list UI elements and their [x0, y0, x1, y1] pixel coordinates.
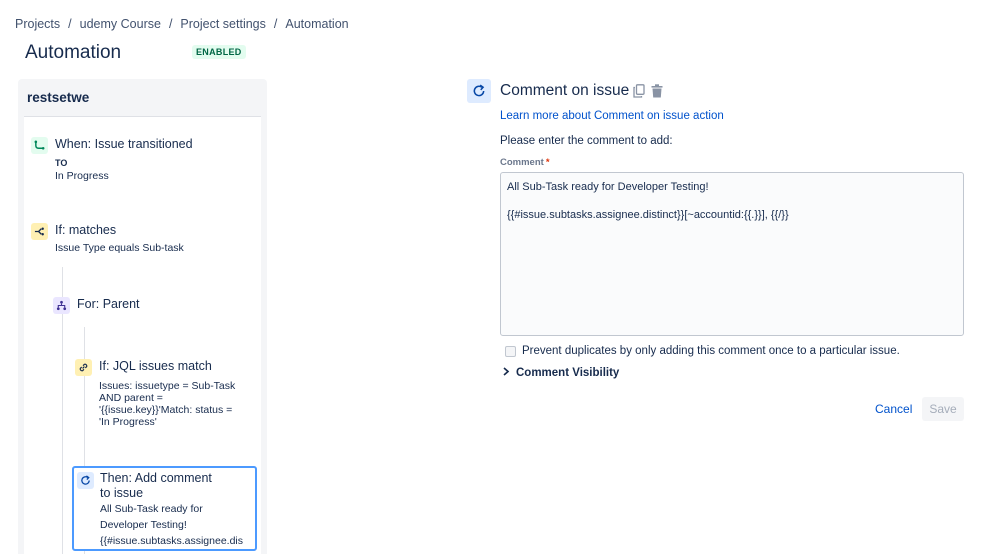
page-title: Automation [25, 42, 122, 63]
comment-action-icon [467, 79, 491, 103]
trash-icon[interactable] [651, 84, 665, 99]
breadcrumb-projects[interactable]: Projects [15, 17, 60, 31]
instruction-text: Please enter the comment to add: [500, 135, 673, 147]
component-detail: In Progress [55, 170, 109, 182]
required-mark: * [545, 157, 550, 168]
comment-input[interactable]: All Sub-Task ready for Developer Testing… [500, 172, 964, 336]
breadcrumb-project[interactable]: udemy Course [80, 17, 161, 31]
component-title: When: Issue transitioned [55, 137, 193, 151]
component-detail: Issues: issuetype = Sub-Task [99, 380, 236, 392]
comment-action-icon [77, 472, 94, 489]
breadcrumb-project-settings[interactable]: Project settings [180, 17, 265, 31]
condition-icon [31, 223, 48, 240]
breadcrumb-separator: / [68, 17, 72, 31]
component-title: to issue [100, 486, 144, 500]
prevent-duplicates-checkbox[interactable] [505, 346, 516, 357]
learn-more-link[interactable]: Learn more about Comment on issue action [500, 110, 724, 122]
branch-icon [53, 297, 70, 314]
component-detail: 'In Progress' [99, 416, 157, 428]
breadcrumb-automation[interactable]: Automation [285, 17, 348, 31]
chevron-right-icon [502, 367, 510, 379]
component-title: If: matches [55, 223, 117, 237]
rule-components: When: Issue transitioned TO In Progress … [24, 116, 261, 554]
save-button[interactable]: Save [922, 397, 964, 421]
prevent-duplicates-label: Prevent duplicates by only adding this c… [522, 345, 900, 357]
transition-icon [31, 137, 48, 154]
component-detail: Developer Testing! [100, 519, 187, 531]
status-badge: ENABLED [192, 45, 246, 59]
component-title: For: Parent [77, 297, 140, 311]
comment-visibility-toggle[interactable]: Comment Visibility [502, 367, 619, 379]
component-detail: '{{issue.key}}'Match: status = [99, 404, 233, 416]
jql-condition-component[interactable]: If: JQL issues match Issues: issuetype =… [70, 355, 261, 435]
component-detail: AND parent = [99, 392, 163, 404]
breadcrumb-separator: / [273, 17, 278, 31]
comment-label-text: Comment [500, 157, 544, 168]
breadcrumb: Projects / udemy Course / Project settin… [15, 17, 349, 31]
rule-name[interactable]: restsetwe [27, 90, 89, 105]
component-detail: All Sub-Task ready for [100, 503, 203, 515]
link-icon [75, 359, 92, 376]
rule-panel: restsetwe When: Issue transitioned TO In… [18, 79, 267, 554]
component-title: If: JQL issues match [99, 359, 212, 373]
component-detail: Issue Type equals Sub-task [55, 242, 184, 254]
comment-visibility-label: Comment Visibility [516, 367, 620, 379]
trigger-component[interactable]: When: Issue transitioned TO In Progress [24, 117, 261, 187]
condition-component[interactable]: If: matches Issue Type equals Sub-task [24, 212, 261, 257]
copy-icon[interactable] [633, 84, 647, 99]
editor-title: Comment on issue [500, 82, 630, 99]
comment-action-component[interactable]: Then: Add comment to issue All Sub-Task … [72, 466, 257, 551]
component-detail-label: TO [55, 158, 68, 168]
component-title: Then: Add comment [100, 471, 212, 485]
breadcrumb-separator: / [168, 17, 173, 31]
component-detail: {{#issue.subtasks.assignee.dis [100, 535, 244, 547]
comment-field-label: Comment * [500, 157, 550, 168]
branch-component[interactable]: For: Parent [48, 292, 261, 322]
cancel-button[interactable]: Cancel [868, 397, 919, 421]
